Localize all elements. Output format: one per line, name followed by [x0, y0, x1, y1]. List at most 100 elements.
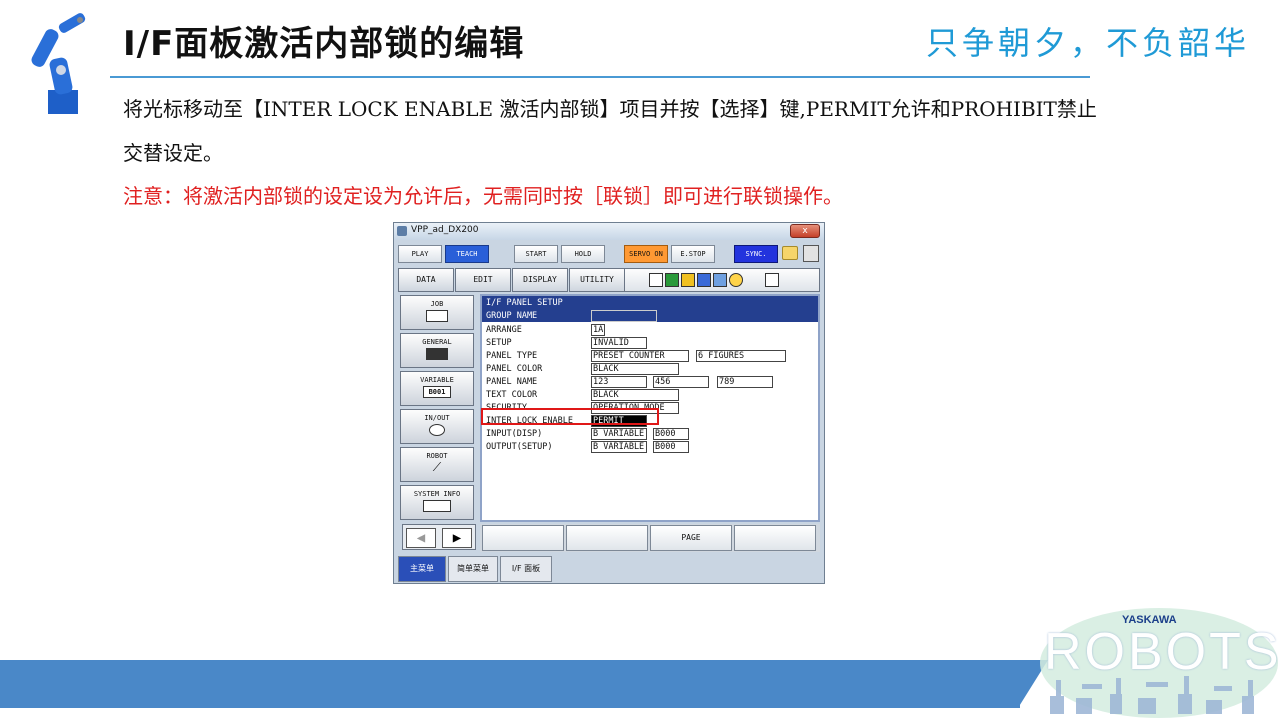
- coordinate-icon[interactable]: [697, 273, 711, 287]
- function-button-1[interactable]: [482, 525, 564, 551]
- screen-title-text: I/F PANEL SETUP: [486, 298, 563, 308]
- data-menu-button[interactable]: DATA: [398, 268, 454, 292]
- row-label: SETUP: [486, 338, 512, 348]
- menu-in-out[interactable]: IN/OUT: [400, 409, 474, 444]
- start-button[interactable]: START: [514, 245, 558, 263]
- play-mode-button[interactable]: PLAY: [398, 245, 442, 263]
- hold-button[interactable]: HOLD: [561, 245, 605, 263]
- input-disp-var-field[interactable]: B000: [653, 428, 689, 440]
- title-divider: [110, 76, 1090, 78]
- footer-band: [0, 660, 1020, 708]
- servo-on-button[interactable]: SERVO ON: [624, 245, 668, 263]
- menu-variable[interactable]: VARIABLE B001: [400, 371, 474, 406]
- row-label: PANEL COLOR: [486, 364, 543, 374]
- panel-name-field-3[interactable]: 789: [717, 376, 773, 388]
- setup-row-panel-name: PANEL NAME 123 456 789: [486, 376, 816, 389]
- chart-icon[interactable]: [665, 273, 679, 287]
- row-label: INPUT(DISP): [486, 429, 543, 439]
- tab-simple-menu[interactable]: 简单菜单: [448, 556, 498, 582]
- robot-silhouettes: [1050, 676, 1254, 714]
- row-label: OUTPUT(SETUP): [486, 442, 553, 452]
- note-text: 注意：将激活内部锁的设定设为允许后，无需同时按［联锁］即可进行联锁操作。: [123, 184, 843, 208]
- edit-icon[interactable]: [649, 273, 663, 287]
- row-label: PANEL TYPE: [486, 351, 538, 361]
- setup-row-setup: SETUP INVALID: [486, 337, 816, 350]
- setup-field[interactable]: INVALID: [591, 337, 647, 349]
- instruction-line-2: 交替设定。: [123, 141, 223, 165]
- setup-row-output-setup: OUTPUT(SETUP) B VARIABLE B000: [486, 441, 816, 454]
- monitor-icon[interactable]: [713, 273, 727, 287]
- panel-name-field-1[interactable]: 123: [591, 376, 647, 388]
- slide-title: I/F面板激活内部锁的编辑: [123, 24, 525, 64]
- arrange-field[interactable]: 1A: [591, 324, 605, 336]
- utility-menu-button[interactable]: UTILITY: [569, 268, 625, 292]
- setup-row-arrange: ARRANGE 1A: [486, 324, 816, 337]
- menu-robot[interactable]: ROBOT ⟋: [400, 447, 474, 482]
- panel-name-field-2[interactable]: 456: [653, 376, 709, 388]
- text-color-field[interactable]: BLACK: [591, 389, 679, 401]
- output-setup-type-field[interactable]: B VARIABLE: [591, 441, 647, 453]
- instruction-line-1: 将光标移动至【INTER LOCK ENABLE 激活内部锁】项目并按【选择】键…: [123, 97, 1097, 121]
- tab-if-panel[interactable]: I/F 面板: [500, 556, 552, 582]
- job-icon: [426, 310, 448, 322]
- menu-bar: DATA EDIT DISPLAY UTILITY: [394, 267, 824, 294]
- teach-mode-button[interactable]: TEACH: [445, 245, 489, 263]
- torch-icon: [426, 348, 448, 360]
- robot-icon: ⟋: [432, 460, 442, 474]
- arrow-right-icon[interactable]: ▶: [442, 528, 472, 548]
- in-out-icon: [429, 424, 445, 436]
- menu-in-out-label: IN/OUT: [424, 414, 450, 422]
- setup-row-panel-type: PANEL TYPE PRESET COUNTER 6 FIGURES: [486, 350, 816, 363]
- panel-color-field[interactable]: BLACK: [591, 363, 679, 375]
- menu-job-label: JOB: [430, 300, 444, 308]
- row-label: ARRANGE: [486, 325, 522, 335]
- window-titlebar: VPP_ad_DX200 x: [394, 223, 824, 240]
- folder-icon[interactable]: [782, 246, 798, 260]
- toolbar-icons: [624, 268, 820, 292]
- left-main-menu: JOB GENERAL VARIABLE B001 IN/OUT ROBOT ⟋…: [398, 295, 478, 555]
- row-label: GROUP NAME: [486, 311, 538, 321]
- function-button-4[interactable]: [734, 525, 816, 551]
- panel-type-field[interactable]: PRESET COUNTER: [591, 350, 689, 362]
- pendant-window: VPP_ad_DX200 x PLAY TEACH START HOLD SER…: [393, 222, 825, 584]
- variable-icon: B001: [423, 386, 451, 398]
- play-icon[interactable]: [765, 273, 779, 287]
- estop-button[interactable]: E.STOP: [671, 245, 715, 263]
- menu-variable-label: VARIABLE: [420, 376, 454, 384]
- highlight-box: [481, 408, 659, 425]
- slogan: 只争朝夕，不负韶华: [925, 24, 1250, 62]
- trash-icon[interactable]: [803, 245, 819, 262]
- row-label: TEXT COLOR: [486, 390, 538, 400]
- menu-general[interactable]: GENERAL: [400, 333, 474, 368]
- group-name-field[interactable]: [591, 310, 657, 322]
- arrow-left-icon[interactable]: ◀: [406, 528, 436, 548]
- tool-icon[interactable]: [681, 273, 695, 287]
- sync-button[interactable]: SYNC.: [734, 245, 778, 263]
- output-setup-var-field[interactable]: B000: [653, 441, 689, 453]
- hand-icon[interactable]: [729, 273, 743, 287]
- page-arrows: ◀ ▶: [402, 524, 476, 550]
- close-button[interactable]: x: [790, 224, 820, 238]
- tab-bar: 主菜单 简单菜单 I/F 面板: [394, 556, 824, 583]
- menu-system-info[interactable]: SYSTEM INFO: [400, 485, 474, 520]
- bottom-function-bar: PAGE: [480, 524, 820, 552]
- page-button[interactable]: PAGE: [650, 525, 732, 551]
- robot-arm-logo: [31, 13, 86, 114]
- status-bar: PLAY TEACH START HOLD SERVO ON E.STOP SY…: [394, 242, 824, 266]
- setup-row-input-disp: INPUT(DISP) B VARIABLE B000: [486, 428, 816, 441]
- function-button-2[interactable]: [566, 525, 648, 551]
- menu-robot-label: ROBOT: [426, 452, 448, 460]
- menu-job[interactable]: JOB: [400, 295, 474, 330]
- menu-general-label: GENERAL: [422, 338, 452, 346]
- panel-figures-field[interactable]: 6 FIGURES: [696, 350, 786, 362]
- setup-row-panel-color: PANEL COLOR BLACK: [486, 363, 816, 376]
- app-icon: [397, 226, 407, 236]
- setup-row-group-name: GROUP NAME: [486, 310, 816, 323]
- input-disp-type-field[interactable]: B VARIABLE: [591, 428, 647, 440]
- window-title: VPP_ad_DX200: [411, 225, 479, 235]
- tab-main-menu[interactable]: 主菜单: [398, 556, 446, 582]
- system-info-icon: [423, 500, 451, 512]
- edit-menu-button[interactable]: EDIT: [455, 268, 511, 292]
- display-menu-button[interactable]: DISPLAY: [512, 268, 568, 292]
- setup-row-text-color: TEXT COLOR BLACK: [486, 389, 816, 402]
